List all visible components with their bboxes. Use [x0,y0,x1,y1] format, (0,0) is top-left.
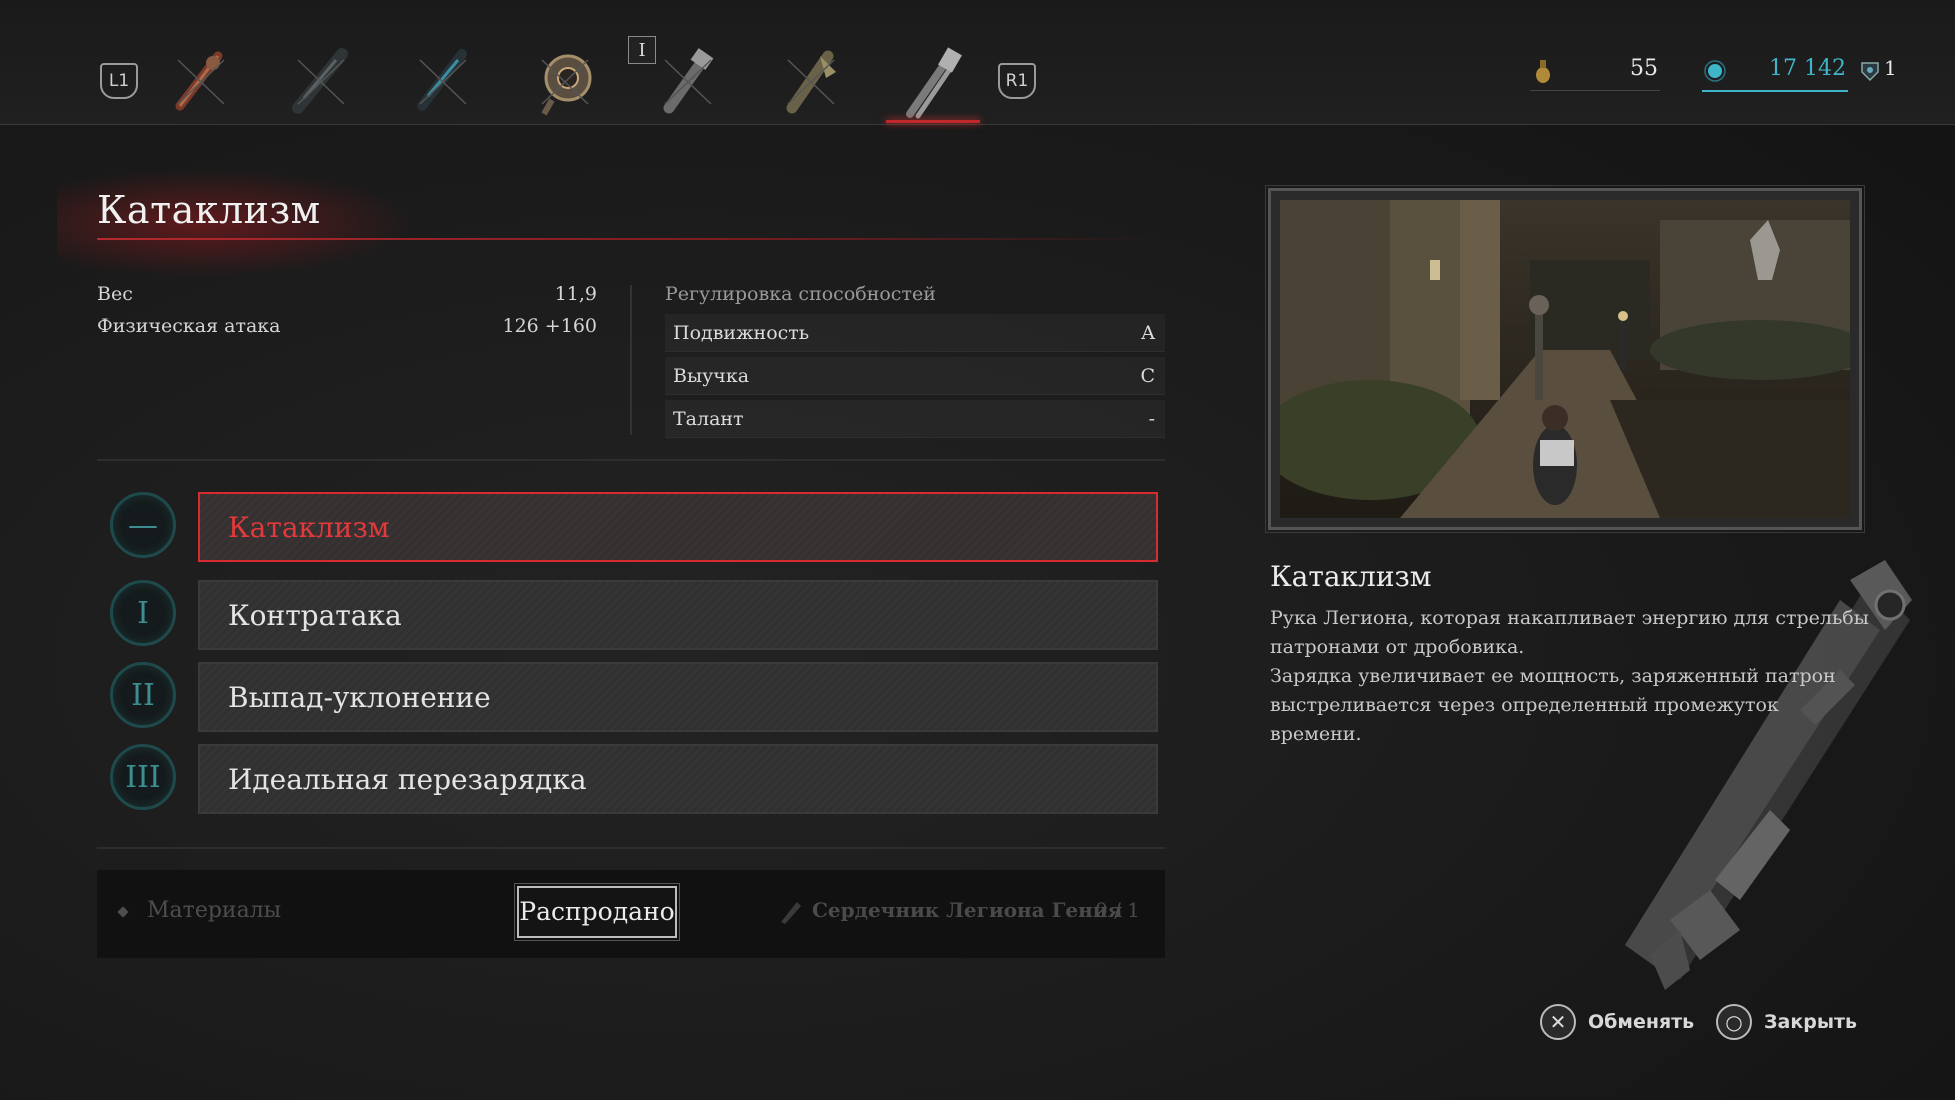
adjustment-label: Выучка [673,365,750,387]
weapon-5-icon [663,48,714,114]
stat-value: 11,9 [554,283,597,305]
gem-value: 1 [1884,56,1897,80]
description-line: Рука Легиона, которая накапливает энерги… [1270,607,1869,629]
adjustment-row-training: Выучка C [665,357,1165,395]
stat-weight: Вес 11,9 [97,283,597,305]
weapon-7-icon [906,47,962,119]
ergo-vial-value: 55 [1630,56,1658,81]
description-line: Зарядка увеличивает ее мощность, заряжен… [1270,665,1836,687]
section-divider [97,459,1165,461]
sold-out-button[interactable]: Распродано [514,883,680,941]
materials-label: Материалы [147,898,282,923]
stat-label: Физическая атака [97,315,281,337]
adjustment-label: Талант [673,408,744,430]
circle-button-icon: ○ [1716,1004,1752,1040]
weapon-2-icon [292,48,348,114]
ergo-value: 17 142 [1769,56,1846,81]
weapon-1-icon [175,51,225,111]
tab-weapon-6[interactable] [768,38,854,124]
description-title: Катаклизм [1270,560,1432,593]
skill-slot-counterattack[interactable]: Контратака [198,580,1158,650]
skill-preview-image [1280,200,1850,518]
skill-badge-main: — [110,492,176,558]
ergo-vial-counter: 55 [1530,52,1660,92]
item-header: Катаклизм [57,168,1157,278]
stats-divider [630,285,632,435]
adjustment-label: Подвижность [673,322,810,344]
cross-button-icon: ✕ [1540,1004,1576,1040]
r1-button[interactable]: R1 [998,63,1036,99]
ergo-icon [1704,60,1726,82]
stat-value: 126 +160 [502,315,598,337]
materials-panel: Материалы Распродано Сердечник Легиона Г… [97,870,1165,958]
materials-bullet-icon [117,906,129,918]
top-bar: L1 I R1 55 17 142 1 [0,0,1955,125]
item-title: Катаклизм [97,188,321,232]
ergo-counter: 17 142 [1702,52,1848,92]
stat-physical-attack: Физическая атака 126 +160 [97,315,597,337]
gem-counter: 1 [1860,52,1900,92]
adjustment-row-mobility: Подвижность A [665,314,1165,352]
legion-core-icon [781,902,801,924]
required-material-count: 0 / 1 [1095,898,1140,922]
skill-badge-3: III [110,744,176,810]
exchange-label: Обменять [1588,1011,1695,1033]
skill-badge-2: II [110,662,176,728]
title-underline [97,238,1157,240]
weapon-4-icon [541,54,592,116]
adjustment-grade: C [1140,365,1155,387]
tab-weapon-5[interactable] [645,38,731,124]
weapon-6-icon [786,50,836,114]
adjustment-row-talent: Талант - [665,400,1165,438]
ergo-vial-icon [1536,60,1550,83]
weapon-3-icon [417,49,467,111]
tab-weapon-3[interactable] [400,38,486,124]
tab-weapon-4[interactable] [522,38,608,124]
adjustment-grade: - [1148,408,1155,430]
skill-badge-1: I [110,580,176,646]
gem-shield-icon [1861,62,1879,82]
section-divider [97,847,1165,849]
required-material-name: Сердечник Легиона Гения [812,898,1123,922]
close-label: Закрыть [1764,1011,1858,1033]
skill-slot-cataclysm[interactable]: Катаклизм [198,492,1158,562]
tab-weapon-2[interactable] [278,38,364,124]
description-text: Рука Легиона, которая накапливает энерги… [1270,604,1870,749]
skill-preview-frame [1265,185,1865,533]
description-line: выстреливается через определенный промеж… [1270,694,1779,745]
stat-label: Вес [97,283,133,305]
ability-adjustment-title: Регулировка способностей [665,283,936,305]
description-line: патронами от дробовика. [1270,636,1525,658]
adjustment-grade: A [1141,322,1155,344]
tab-weapon-7[interactable] [886,38,980,124]
skill-slot-dodge-lunge[interactable]: Выпад-уклонение [198,662,1158,732]
tab-weapon-1[interactable] [158,38,244,124]
l1-button[interactable]: L1 [100,63,138,99]
skill-slot-perfect-reload[interactable]: Идеальная перезарядка [198,744,1158,814]
